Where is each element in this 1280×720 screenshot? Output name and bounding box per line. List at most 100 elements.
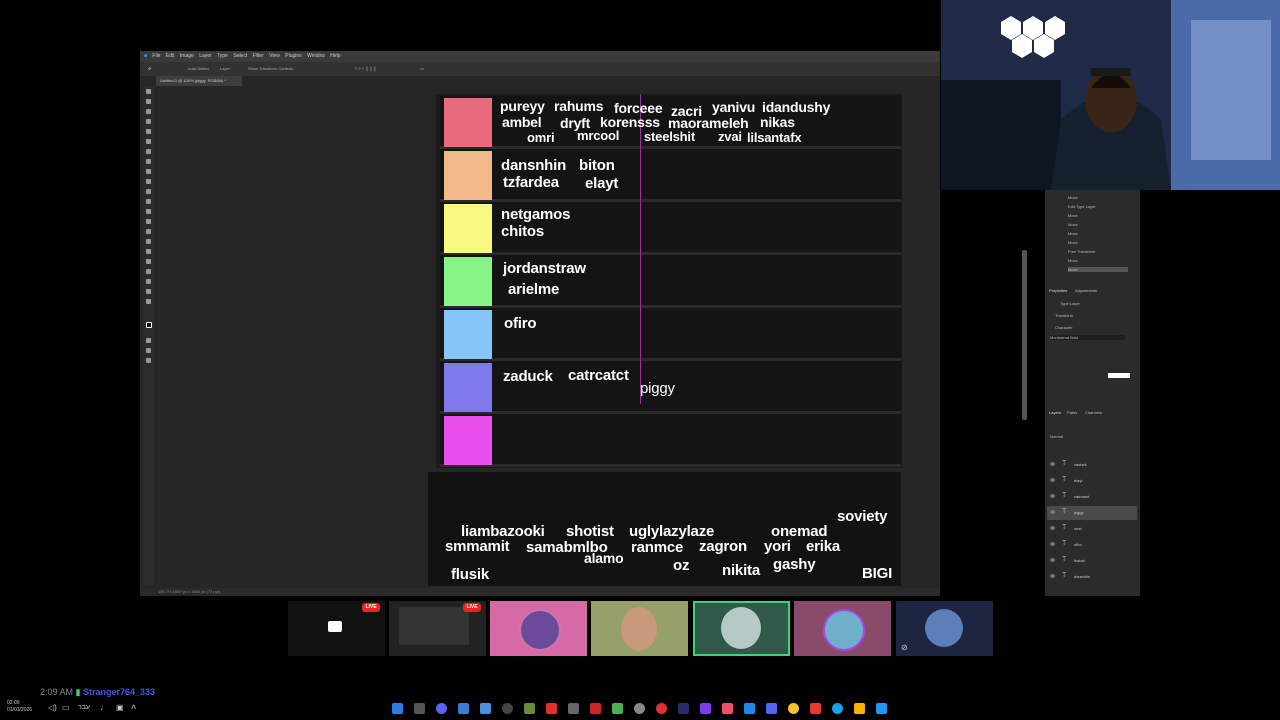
tier-name-idandushy[interactable]: idandushy (762, 99, 830, 115)
mic-icon[interactable]: ♩ (100, 703, 108, 712)
eraser-tool-icon[interactable] (146, 199, 151, 204)
music-taskbar-icon[interactable] (722, 703, 733, 714)
frame-tool-icon[interactable] (146, 139, 151, 144)
history-item[interactable]: Move (1068, 240, 1078, 245)
tab-adjustments[interactable]: Adjustments (1075, 288, 1097, 293)
foreground-color-swatch[interactable] (146, 322, 152, 328)
menu-window[interactable]: Window (307, 51, 325, 62)
gradient-tool-icon[interactable] (146, 209, 151, 214)
healing-tool-icon[interactable] (146, 159, 151, 164)
app-taskbar-icon[interactable] (458, 703, 469, 714)
menu-layer[interactable]: Layer (199, 51, 212, 62)
layer-row[interactable]: Tzaduck (1047, 458, 1137, 472)
app-taskbar-icon[interactable] (480, 703, 491, 714)
tier-name-ofiro[interactable]: ofiro (504, 315, 537, 332)
chat-username[interactable]: Stranger764_333 (83, 687, 155, 697)
file-explorer-taskbar-icon[interactable] (854, 703, 865, 714)
eye-icon[interactable] (1050, 462, 1055, 466)
tier-name-rahums[interactable]: rahums (554, 98, 604, 114)
tier-name-jordanstraw[interactable]: jordanstraw (503, 260, 586, 277)
thumb-participant[interactable] (591, 601, 688, 656)
pen-tool-icon[interactable] (146, 239, 151, 244)
history-item[interactable]: Edit Type Layer (1068, 204, 1096, 209)
history-item[interactable]: Move (1068, 222, 1078, 227)
move-tool-icon[interactable]: ✥ (148, 66, 151, 71)
menu-edit[interactable]: Edit (166, 51, 175, 62)
brush-tool-icon[interactable] (146, 169, 151, 174)
eye-icon[interactable] (1050, 478, 1055, 482)
eye-icon[interactable] (1050, 526, 1055, 530)
layer-row[interactable]: Tomri (1047, 522, 1137, 536)
history-item-selected[interactable]: Move (1068, 267, 1128, 272)
layer-row[interactable]: Tofiro (1047, 538, 1137, 552)
app-taskbar-icon[interactable] (568, 703, 579, 714)
history-item[interactable]: Free Transform (1068, 249, 1095, 254)
character-section[interactable]: Character (1055, 325, 1073, 330)
layer-row[interactable]: Telayt (1047, 474, 1137, 488)
edit-toolbar-icon[interactable] (146, 358, 151, 363)
auto-select-checkbox[interactable]: Auto-Select (188, 66, 209, 71)
pool-name-yori[interactable]: yori (764, 538, 791, 555)
pool-name-smmamit[interactable]: smmamit (445, 538, 510, 555)
move-tool-icon[interactable] (146, 89, 151, 94)
screen-mode-icon[interactable] (146, 348, 151, 353)
photoshop-taskbar-icon[interactable] (392, 703, 403, 714)
history-item[interactable]: Move (1068, 258, 1078, 263)
tier-name-lilsantafx[interactable]: lilsantafx (747, 130, 802, 145)
tier-name-biton[interactable]: biton (579, 157, 615, 174)
pool-name-alamo[interactable]: alamo (584, 550, 624, 566)
tier-name-mrcool[interactable]: mrcool (577, 128, 619, 143)
eye-icon[interactable] (1050, 494, 1055, 498)
app-taskbar-icon[interactable] (744, 703, 755, 714)
history-item[interactable]: Move (1068, 195, 1078, 200)
history-item[interactable]: Move (1068, 231, 1078, 236)
language-indicator[interactable]: עבר (78, 704, 90, 711)
menu-filter[interactable]: Filter (253, 51, 264, 62)
pool-name-gashy[interactable]: gashy (773, 556, 816, 573)
settings-taskbar-icon[interactable] (634, 703, 645, 714)
tier-name-dansnhin[interactable]: dansnhin (501, 157, 566, 174)
dodge-tool-icon[interactable] (146, 229, 151, 234)
thumb-participant[interactable] (490, 601, 587, 656)
marquee-tool-icon[interactable] (146, 99, 151, 104)
app-taskbar-icon[interactable] (546, 703, 557, 714)
tier-name-catrcatct[interactable]: catrcatct (568, 367, 629, 384)
tab-layers[interactable]: Layers (1049, 410, 1061, 415)
menu-image[interactable]: Image (180, 51, 194, 62)
app-taskbar-icon[interactable] (766, 703, 777, 714)
more-options-icon[interactable]: ••• (420, 66, 424, 71)
layer-row-selected[interactable]: Tpiggy (1047, 506, 1137, 520)
pool-name-bigi[interactable]: BIGI (862, 565, 892, 582)
eye-icon[interactable] (1050, 510, 1055, 514)
brave-taskbar-icon[interactable] (810, 703, 821, 714)
quick-mask-icon[interactable] (146, 338, 151, 343)
pool-name-erika[interactable]: erika (806, 538, 840, 555)
tier-name-yanivu[interactable]: yanivu (712, 99, 755, 115)
blur-tool-icon[interactable] (146, 219, 151, 224)
edge-taskbar-icon[interactable] (832, 703, 843, 714)
thumb-participant-speaking[interactable] (693, 601, 790, 656)
eyedropper-tool-icon[interactable] (146, 149, 151, 154)
eye-icon[interactable] (1050, 542, 1055, 546)
app-taskbar-icon[interactable] (524, 703, 535, 714)
network-icon[interactable]: ▭ (62, 703, 70, 712)
tab-channels[interactable]: Channels (1085, 410, 1102, 415)
tier-name-piggy[interactable]: piggy (640, 380, 675, 397)
path-select-tool-icon[interactable] (146, 259, 151, 264)
pool-name-flusik[interactable]: flusik (451, 566, 489, 583)
menu-file[interactable]: File (152, 51, 160, 62)
shape-tool-icon[interactable] (146, 269, 151, 274)
tier-name-elayt[interactable]: elayt (585, 175, 618, 192)
tier-name-chitos[interactable]: chitos (501, 223, 544, 240)
tier-name-steelshit[interactable]: steelshit (644, 129, 695, 144)
document-tab[interactable]: Untitled-1 @ 100% (piggy, RGB/8#) * (156, 76, 242, 86)
menu-select[interactable]: Select (233, 51, 247, 62)
zoom-tool-icon[interactable] (146, 289, 151, 294)
tier-name-omri[interactable]: omri (527, 130, 555, 145)
type-tool-icon[interactable] (146, 249, 151, 254)
volume-icon[interactable]: ◁) (48, 703, 57, 712)
transform-section[interactable]: Transform (1055, 313, 1073, 318)
font-family-select[interactable]: Montserrat Bold (1050, 335, 1125, 340)
tier-name-nikas[interactable]: nikas (760, 114, 795, 130)
auto-select-target[interactable]: Layer (220, 66, 230, 71)
